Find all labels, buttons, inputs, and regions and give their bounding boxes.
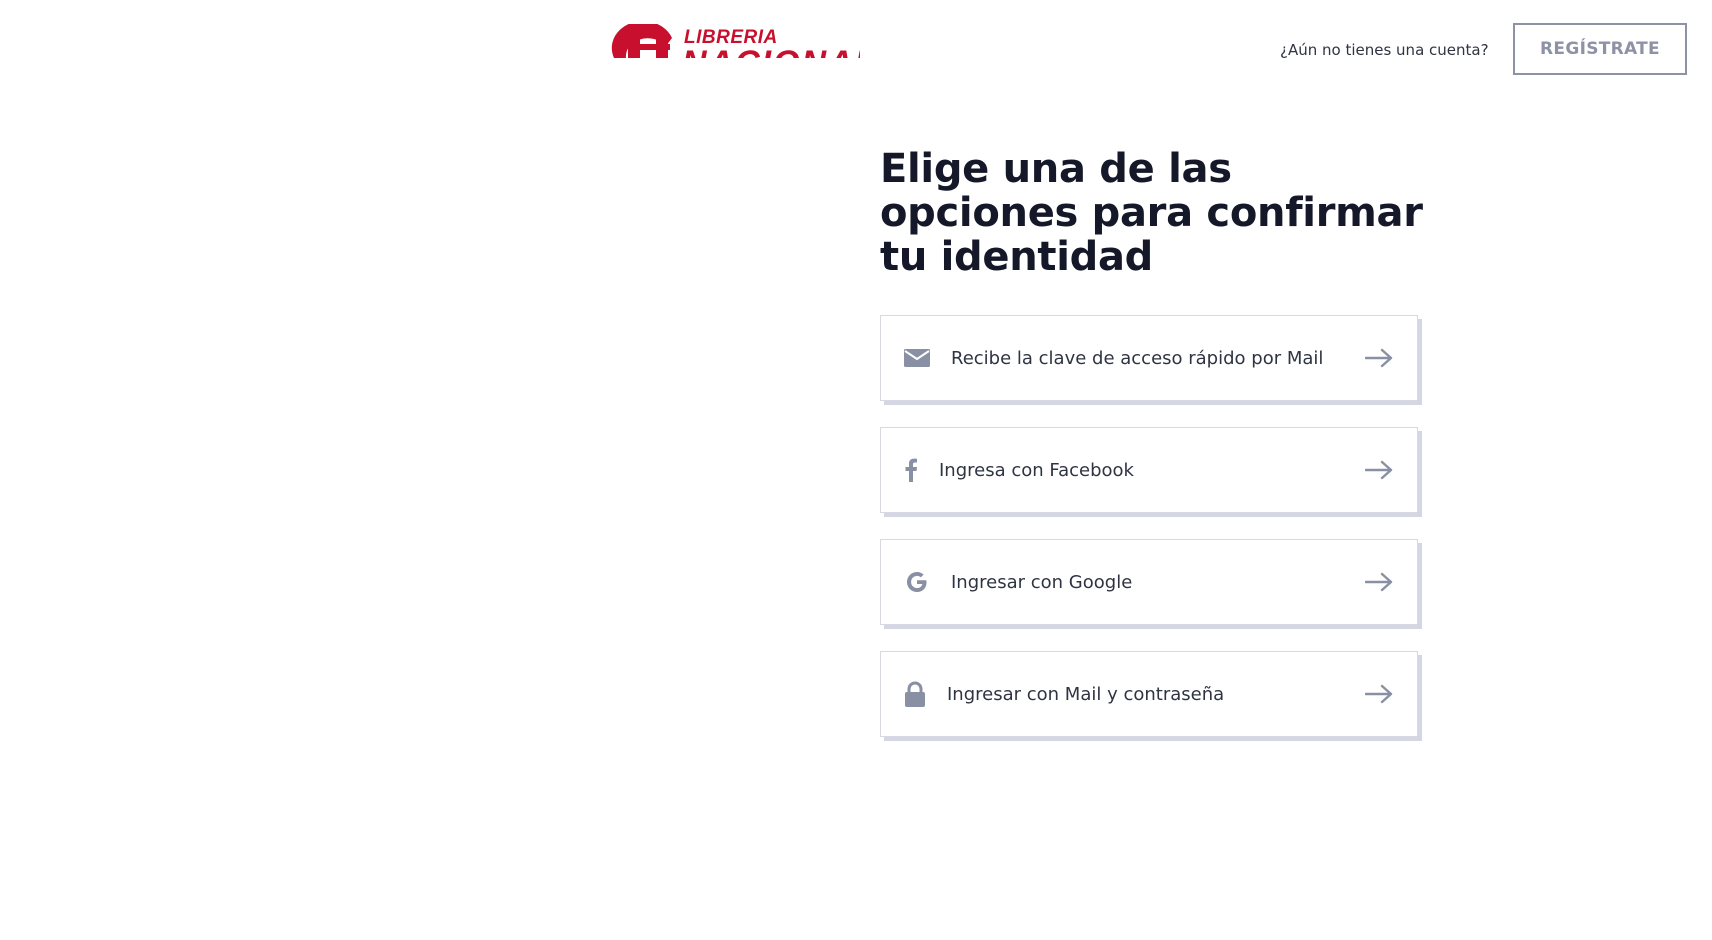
arrow-right-icon: [1365, 682, 1393, 706]
option-label: Ingresar con Mail y contraseña: [947, 683, 1225, 705]
lock-icon: [903, 680, 927, 708]
logo-text-nacional: NACIONAL: [682, 46, 860, 58]
google-icon: [903, 568, 931, 596]
login-page: LIBRERIA NACIONAL ¿Aún no tienes una cue…: [0, 0, 1712, 940]
option-google-login[interactable]: Ingresar con Google: [880, 539, 1418, 625]
register-button[interactable]: REGÍSTRATE: [1513, 23, 1687, 75]
libreria-nacional-logo[interactable]: LIBRERIA NACIONAL: [610, 24, 860, 58]
no-account-prompt: ¿Aún no tienes una cuenta?: [1280, 41, 1489, 59]
envelope-icon: [903, 344, 931, 372]
login-options-list: Recibe la clave de acceso rápido por Mai…: [880, 315, 1420, 763]
logo-emblem-icon: [611, 24, 672, 58]
page-title: Elige una de las opciones para confirmar…: [880, 146, 1423, 280]
option-mail-quick-access[interactable]: Recibe la clave de acceso rápido por Mai…: [880, 315, 1418, 401]
option-label: Ingresa con Facebook: [939, 459, 1134, 481]
arrow-right-icon: [1365, 346, 1393, 370]
option-facebook-login[interactable]: Ingresa con Facebook: [880, 427, 1418, 513]
facebook-icon: [903, 456, 919, 484]
option-label: Recibe la clave de acceso rápido por Mai…: [951, 347, 1324, 369]
option-label: Ingresar con Google: [951, 571, 1133, 593]
option-mail-password-login[interactable]: Ingresar con Mail y contraseña: [880, 651, 1418, 737]
arrow-right-icon: [1365, 570, 1393, 594]
arrow-right-icon: [1365, 458, 1393, 482]
